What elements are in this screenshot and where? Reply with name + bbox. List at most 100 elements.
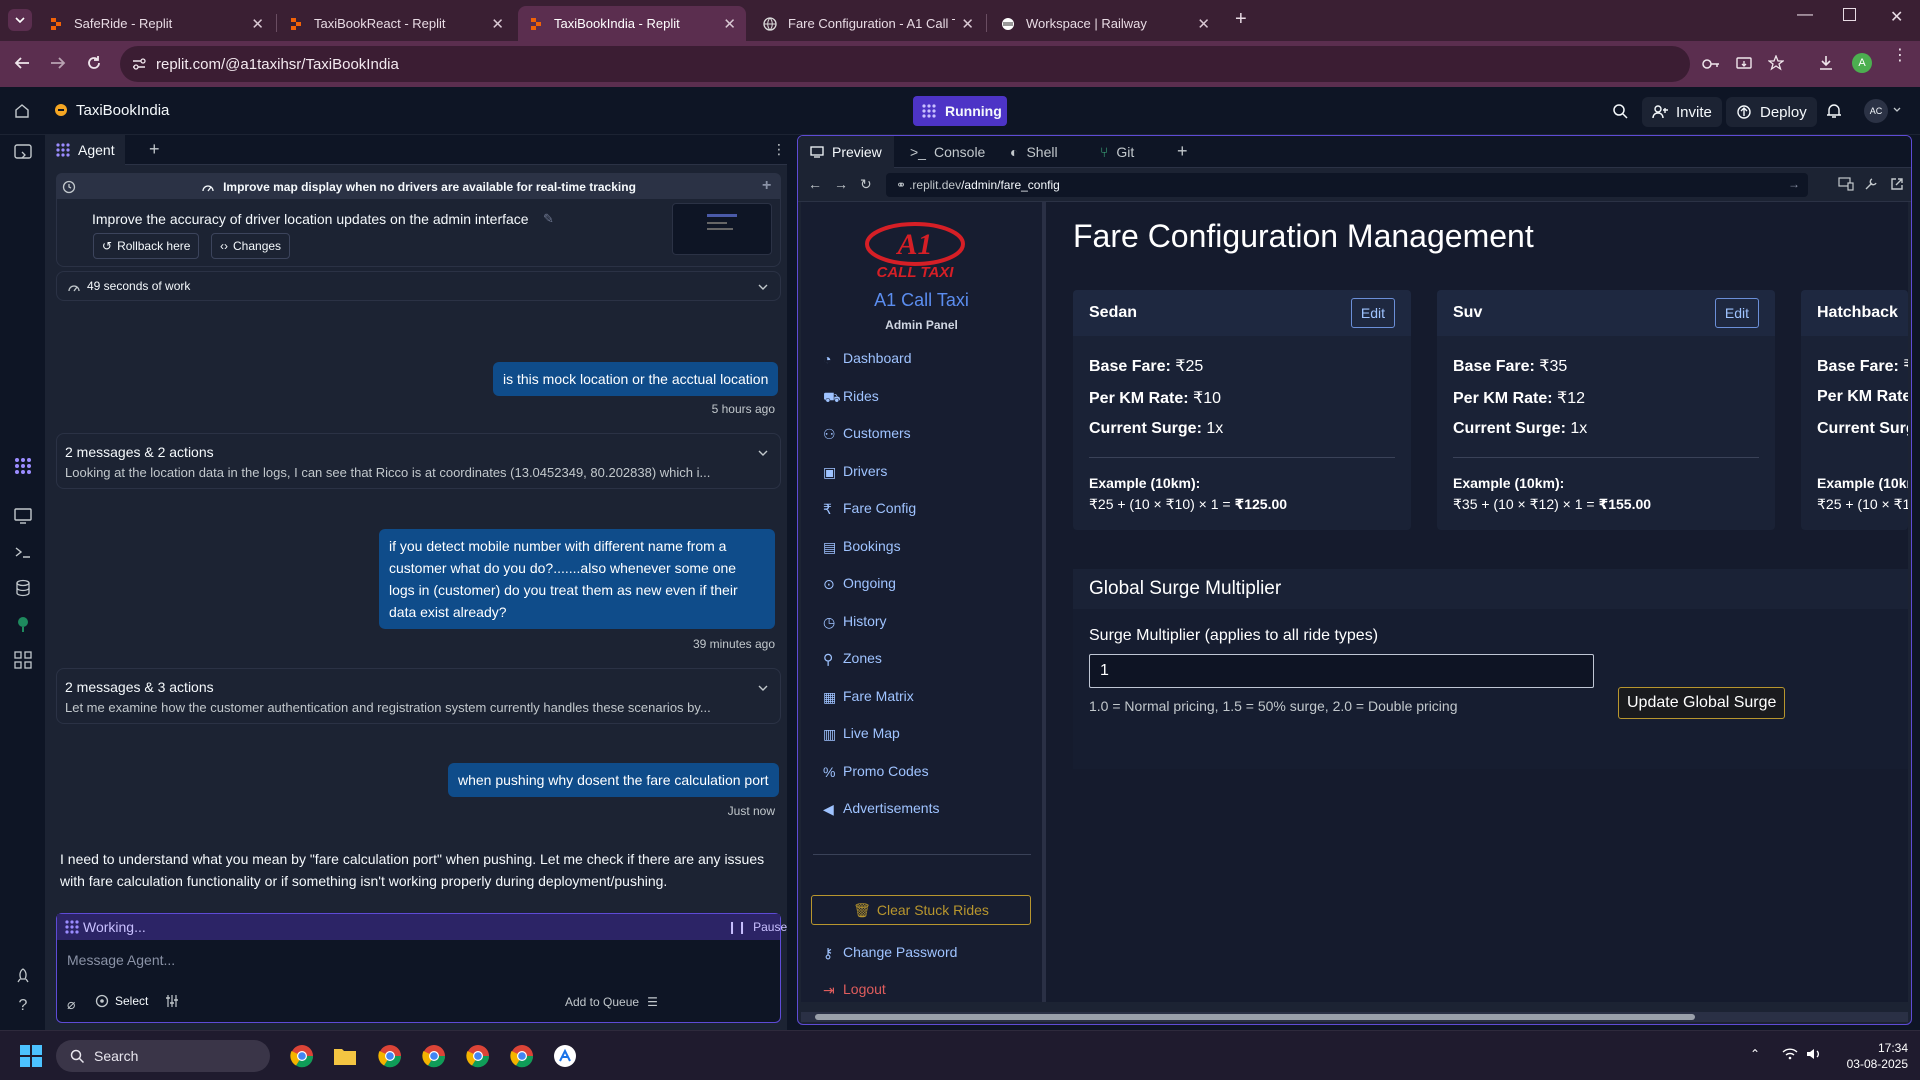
more-options-icon[interactable]: ⋮ <box>772 141 786 158</box>
devtools-wrench-icon[interactable] <box>1864 177 1878 191</box>
chrome-profile-icon[interactable] <box>378 1044 402 1068</box>
update-global-surge-button[interactable]: Update Global Surge <box>1618 687 1786 719</box>
tab-search-button[interactable] <box>8 9 32 31</box>
rollback-button[interactable]: ↺ Rollback here <box>93 233 200 259</box>
agent-icon[interactable] <box>14 457 32 475</box>
browser-tab[interactable]: TaxiBookReact - Replit ✕ <box>278 6 514 41</box>
help-icon[interactable]: ? <box>14 997 32 1015</box>
change-password-link[interactable]: ⚷ Change Password <box>823 944 957 961</box>
all-tools-icon[interactable] <box>14 651 32 669</box>
work-summary[interactable]: 49 seconds of work <box>56 271 781 301</box>
back-arrow-icon[interactable]: ← <box>808 176 822 192</box>
bell-icon[interactable] <box>1826 103 1842 119</box>
settings-sliders-icon[interactable] <box>165 994 179 1008</box>
download-icon[interactable] <box>1818 55 1834 71</box>
close-icon[interactable]: ✕ <box>251 15 264 33</box>
windows-start-icon[interactable] <box>20 1045 42 1067</box>
nav-fare-config[interactable]: ₹ Fare Config <box>823 500 916 517</box>
database-icon[interactable] <box>14 579 32 597</box>
browser-tab-active[interactable]: TaxiBookIndia - Replit ✕ <box>518 6 746 41</box>
logout-link[interactable]: ⇥ Logout <box>823 981 886 998</box>
scrollbar-thumb[interactable] <box>815 1014 1695 1020</box>
chrome-profile-icon[interactable] <box>466 1044 490 1068</box>
back-arrow-icon[interactable] <box>14 55 30 71</box>
reload-icon[interactable]: ↻ <box>860 176 872 193</box>
minimize-button[interactable]: — <box>1797 6 1813 24</box>
changes-button[interactable]: ‹› Changes <box>211 233 291 259</box>
open-new-tab-icon[interactable] <box>1890 177 1904 191</box>
chevron-down-icon[interactable] <box>758 450 768 456</box>
screenshot-thumbnail[interactable] <box>672 203 772 255</box>
horizontal-scrollbar[interactable] <box>801 1012 1908 1022</box>
nav-promo-codes[interactable]: % Promo Codes <box>823 763 929 780</box>
pencil-icon[interactable]: ✎ <box>543 211 554 227</box>
home-icon[interactable] <box>14 103 30 119</box>
nav-dashboard[interactable]: ◔ Dashboard <box>823 350 912 367</box>
attach-icon[interactable]: ⌀ <box>67 996 75 1013</box>
message-input[interactable]: Message Agent... <box>67 952 175 968</box>
nav-history[interactable]: ◷ History <box>823 613 887 630</box>
select-button[interactable]: Select <box>95 994 148 1008</box>
key-icon[interactable] <box>1702 57 1720 71</box>
action-group[interactable]: 2 messages & 2 actions Looking at the lo… <box>56 433 781 489</box>
run-status-button[interactable]: Running <box>913 96 1007 126</box>
nav-ongoing[interactable]: ⊙ Ongoing <box>823 575 896 592</box>
system-clock[interactable]: 17:34 03-08-2025 <box>1838 1040 1908 1072</box>
browser-menu-icon[interactable]: ⋮ <box>1892 48 1908 64</box>
file-explorer-icon[interactable] <box>333 1045 357 1067</box>
go-arrow-icon[interactable]: → <box>1788 177 1800 191</box>
close-icon[interactable]: ✕ <box>491 15 504 33</box>
nav-fare-matrix[interactable]: ▦ Fare Matrix <box>823 688 914 705</box>
files-icon[interactable] <box>14 143 32 161</box>
git-icon[interactable] <box>14 615 32 633</box>
surge-multiplier-input[interactable]: 1 <box>1089 654 1594 688</box>
chrome-profile-icon[interactable] <box>422 1044 446 1068</box>
reload-icon[interactable] <box>86 55 102 71</box>
nav-rides[interactable]: ⛟ Rides <box>823 388 879 405</box>
browser-tab[interactable]: Workspace | Railway ✕ <box>990 6 1220 41</box>
wifi-icon[interactable] <box>1782 1048 1798 1060</box>
devices-icon[interactable] <box>1838 177 1854 191</box>
search-icon[interactable] <box>1612 103 1628 119</box>
clear-stuck-rides-button[interactable]: 🗑 Clear Stuck Rides <box>811 895 1031 925</box>
forward-arrow-icon[interactable] <box>50 55 66 71</box>
add-to-queue-button[interactable]: Add to Queue ☰ <box>557 990 666 1014</box>
nav-customers[interactable]: ⚇ Customers <box>823 425 911 442</box>
chevron-down-icon[interactable] <box>758 284 768 290</box>
history-icon[interactable] <box>62 180 76 194</box>
preview-url-input[interactable]: ⚭ .replit.dev/admin/fare_config → <box>886 173 1808 197</box>
app-store-icon[interactable] <box>553 1044 577 1068</box>
add-tab-button[interactable]: + <box>149 139 160 160</box>
expand-icon[interactable]: + <box>762 177 771 195</box>
install-app-icon[interactable] <box>1736 56 1752 72</box>
window-close-button[interactable]: ✕ <box>1890 7 1903 27</box>
deploy-button[interactable]: Deploy <box>1726 97 1817 127</box>
invite-button[interactable]: Invite <box>1642 97 1722 127</box>
tab-preview[interactable]: Preview <box>798 136 894 168</box>
add-tab-button[interactable]: + <box>1177 141 1188 162</box>
chevron-up-icon[interactable]: ⌃ <box>1750 1047 1760 1061</box>
action-group[interactable]: 2 messages & 3 actions Let me examine ho… <box>56 668 781 724</box>
shell-icon[interactable] <box>14 543 32 561</box>
edit-button[interactable]: Edit <box>1350 298 1395 328</box>
rocket-icon[interactable] <box>14 967 32 985</box>
restore-button[interactable] <box>1843 8 1856 21</box>
close-icon[interactable]: ✕ <box>723 15 736 33</box>
chrome-icon[interactable] <box>290 1044 314 1068</box>
nav-bookings[interactable]: ▤ Bookings <box>823 538 901 555</box>
chevron-down-icon[interactable] <box>1893 107 1901 113</box>
new-tab-button[interactable]: + <box>1235 8 1247 31</box>
nav-zones[interactable]: ⚲ Zones <box>823 650 882 667</box>
volume-icon[interactable] <box>1806 1047 1822 1061</box>
nav-live-map[interactable]: ▥ Live Map <box>823 725 900 742</box>
tab-shell[interactable]: ◐ Shell <box>998 136 1070 168</box>
profile-avatar[interactable]: A <box>1852 53 1872 73</box>
nav-advertisements[interactable]: ◀ Advertisements <box>823 800 939 817</box>
close-icon[interactable]: ✕ <box>961 15 974 33</box>
site-info-icon[interactable] <box>132 57 146 71</box>
browser-tab[interactable]: Fare Configuration - A1 Call Ta ✕ <box>752 6 984 41</box>
user-avatar[interactable]: AC <box>1864 99 1888 123</box>
tab-git[interactable]: ⑂ Git <box>1088 136 1146 168</box>
close-icon[interactable]: ✕ <box>1197 15 1210 33</box>
forward-arrow-icon[interactable]: → <box>834 176 848 192</box>
